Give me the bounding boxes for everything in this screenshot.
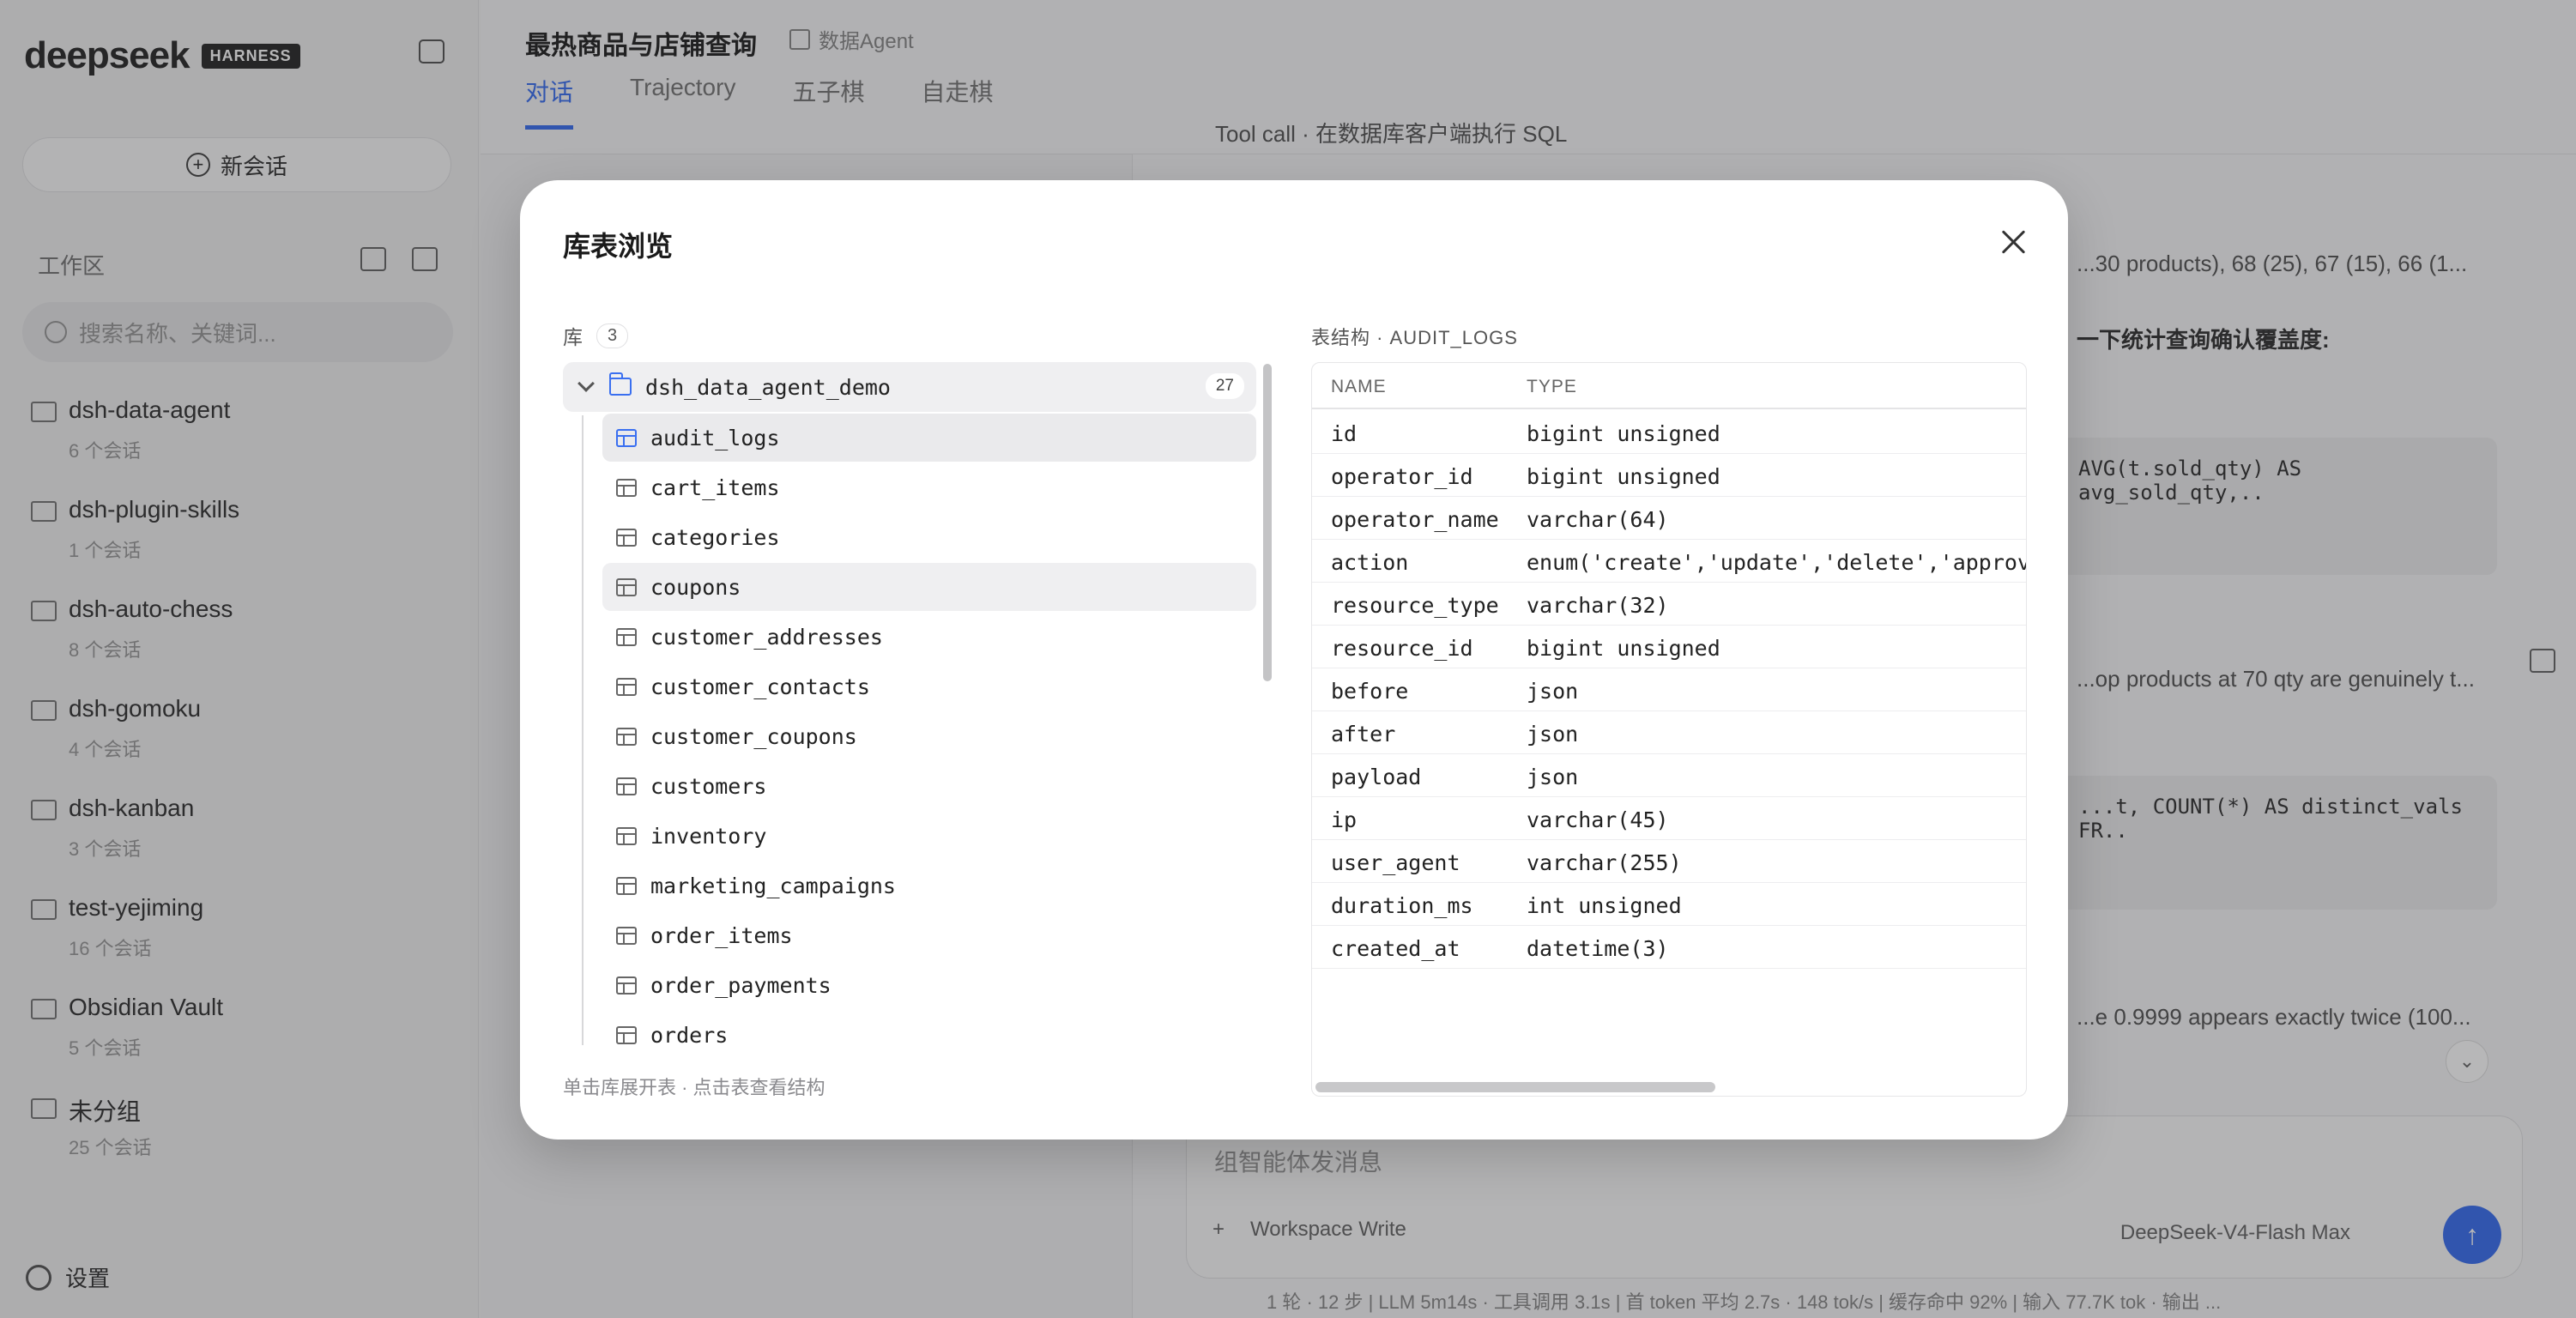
table-row: action enum('create','update','delete','a… (1312, 540, 2027, 583)
table-item[interactable]: coupons (602, 563, 1256, 611)
table-name: categories (650, 525, 780, 550)
table-header: NAME TYPE (1312, 363, 2026, 409)
table-name: order_items (650, 923, 793, 948)
horizontal-scrollbar[interactable] (1315, 1082, 1715, 1092)
table-row: operator_name varchar(64) (1312, 497, 2026, 540)
table-item[interactable]: order_items (602, 911, 1256, 959)
column-name: payload (1331, 765, 1422, 789)
database-label: 库 (563, 326, 583, 348)
table-row: duration_ms int unsigned (1312, 883, 2026, 926)
table-icon (616, 728, 637, 746)
table-count-badge: 27 (1205, 373, 1244, 399)
structure-title: 表结构 · AUDIT_LOGS (1311, 327, 1518, 348)
table-icon (616, 678, 637, 696)
close-icon[interactable] (1998, 227, 2029, 257)
table-icon (616, 529, 637, 547)
table-icon (616, 976, 637, 995)
column-type: json (1527, 765, 1579, 789)
column-name: resource_id (1331, 636, 1473, 661)
table-row: payload json (1312, 754, 2026, 797)
table-row: before json (1312, 668, 2026, 711)
table-name: customer_coupons (650, 724, 857, 749)
column-name: duration_ms (1331, 893, 1473, 918)
table-icon (616, 1026, 637, 1044)
column-name: ip (1331, 807, 1358, 832)
table-icon (616, 927, 637, 945)
table-row: after json (1312, 711, 2026, 754)
column-name: created_at (1331, 936, 1460, 961)
column-name: before (1331, 679, 1409, 704)
column-name: action (1331, 550, 1409, 575)
table-icon (616, 578, 637, 596)
column-name: operator_name (1331, 507, 1499, 532)
chevron-down-icon (577, 375, 595, 392)
database-row[interactable]: dsh_data_agent_demo 27 (563, 362, 1256, 412)
table-name: order_payments (650, 973, 831, 998)
tree-scrollbar[interactable] (1263, 364, 1272, 681)
table-row: created_at datetime(3) (1312, 926, 2026, 969)
modal-title: 库表浏览 (563, 231, 674, 262)
table-name: customers (650, 774, 767, 799)
table-item[interactable]: audit_logs (602, 414, 1256, 462)
column-name: resource_type (1331, 593, 1499, 618)
tree-guide-line (582, 415, 584, 1045)
column-type: datetime(3) (1527, 936, 1669, 961)
database-name: dsh_data_agent_demo (645, 375, 891, 400)
column-name: operator_id (1331, 464, 1473, 489)
table-item[interactable]: customer_addresses (602, 613, 1256, 661)
table-icon (616, 479, 637, 497)
table-icon (616, 628, 637, 646)
table-item[interactable]: cart_items (602, 463, 1256, 511)
column-type: bigint unsigned (1527, 464, 1720, 489)
table-name: customer_contacts (650, 674, 870, 699)
column-type: varchar(64) (1527, 507, 1669, 532)
table-icon (616, 429, 637, 447)
table-item[interactable]: inventory (602, 812, 1256, 860)
schema-browser-modal: 库表浏览 库 3 dsh_data_agent_demo 27 audit_lo… (520, 180, 2068, 1140)
table-item[interactable]: orders (602, 1011, 1256, 1045)
table-item[interactable]: customer_coupons (602, 712, 1256, 760)
database-count-badge: 3 (596, 323, 629, 348)
table-row: user_agent varchar(255) (1312, 840, 2026, 883)
folder-icon (609, 372, 632, 396)
table-row: resource_type varchar(32) (1312, 583, 2026, 626)
table-icon (616, 827, 637, 845)
table-name: audit_logs (650, 426, 780, 450)
database-tree: dsh_data_agent_demo 27 audit_logs cart_it… (563, 362, 1256, 1045)
table-row: ip varchar(45) (1312, 797, 2026, 840)
table-row: resource_id bigint unsigned (1312, 626, 2026, 668)
table-item[interactable]: customer_contacts (602, 662, 1256, 710)
column-type: json (1527, 679, 1579, 704)
column-type: enum('create','update','delete','approve (1527, 550, 2027, 575)
table-name: cart_items (650, 475, 780, 500)
table-name: coupons (650, 575, 741, 600)
column-type: varchar(32) (1527, 593, 1669, 618)
column-name: after (1331, 722, 1396, 747)
hint-text: 单击库展开表 · 点击表查看结构 (563, 1077, 825, 1098)
column-type: int unsigned (1527, 893, 1682, 918)
column-type: varchar(255) (1527, 850, 1682, 875)
structure-table: NAME TYPE id bigint unsigned operator_id bi… (1311, 362, 2027, 1097)
table-name: inventory (650, 824, 767, 849)
table-item[interactable]: marketing_campaigns (602, 862, 1256, 910)
table-item[interactable]: categories (602, 513, 1256, 561)
table-icon (616, 777, 637, 795)
column-name: id (1331, 421, 1358, 446)
column-type: json (1527, 722, 1579, 747)
column-type: bigint unsigned (1527, 421, 1720, 446)
column-header-type: TYPE (1527, 377, 1577, 396)
table-icon (616, 877, 637, 895)
table-name: orders (650, 1023, 729, 1045)
table-row: operator_id bigint unsigned (1312, 454, 2026, 497)
column-type: bigint unsigned (1527, 636, 1720, 661)
table-item[interactable]: order_payments (602, 961, 1256, 1009)
table-name: customer_addresses (650, 625, 883, 650)
column-header-name: NAME (1331, 377, 1387, 396)
column-type: varchar(45) (1527, 807, 1669, 832)
table-row: id bigint unsigned (1312, 411, 2026, 454)
database-header: 库 3 (563, 321, 629, 350)
table-name: marketing_campaigns (650, 874, 896, 898)
column-name: user_agent (1331, 850, 1460, 875)
table-item[interactable]: customers (602, 762, 1256, 810)
